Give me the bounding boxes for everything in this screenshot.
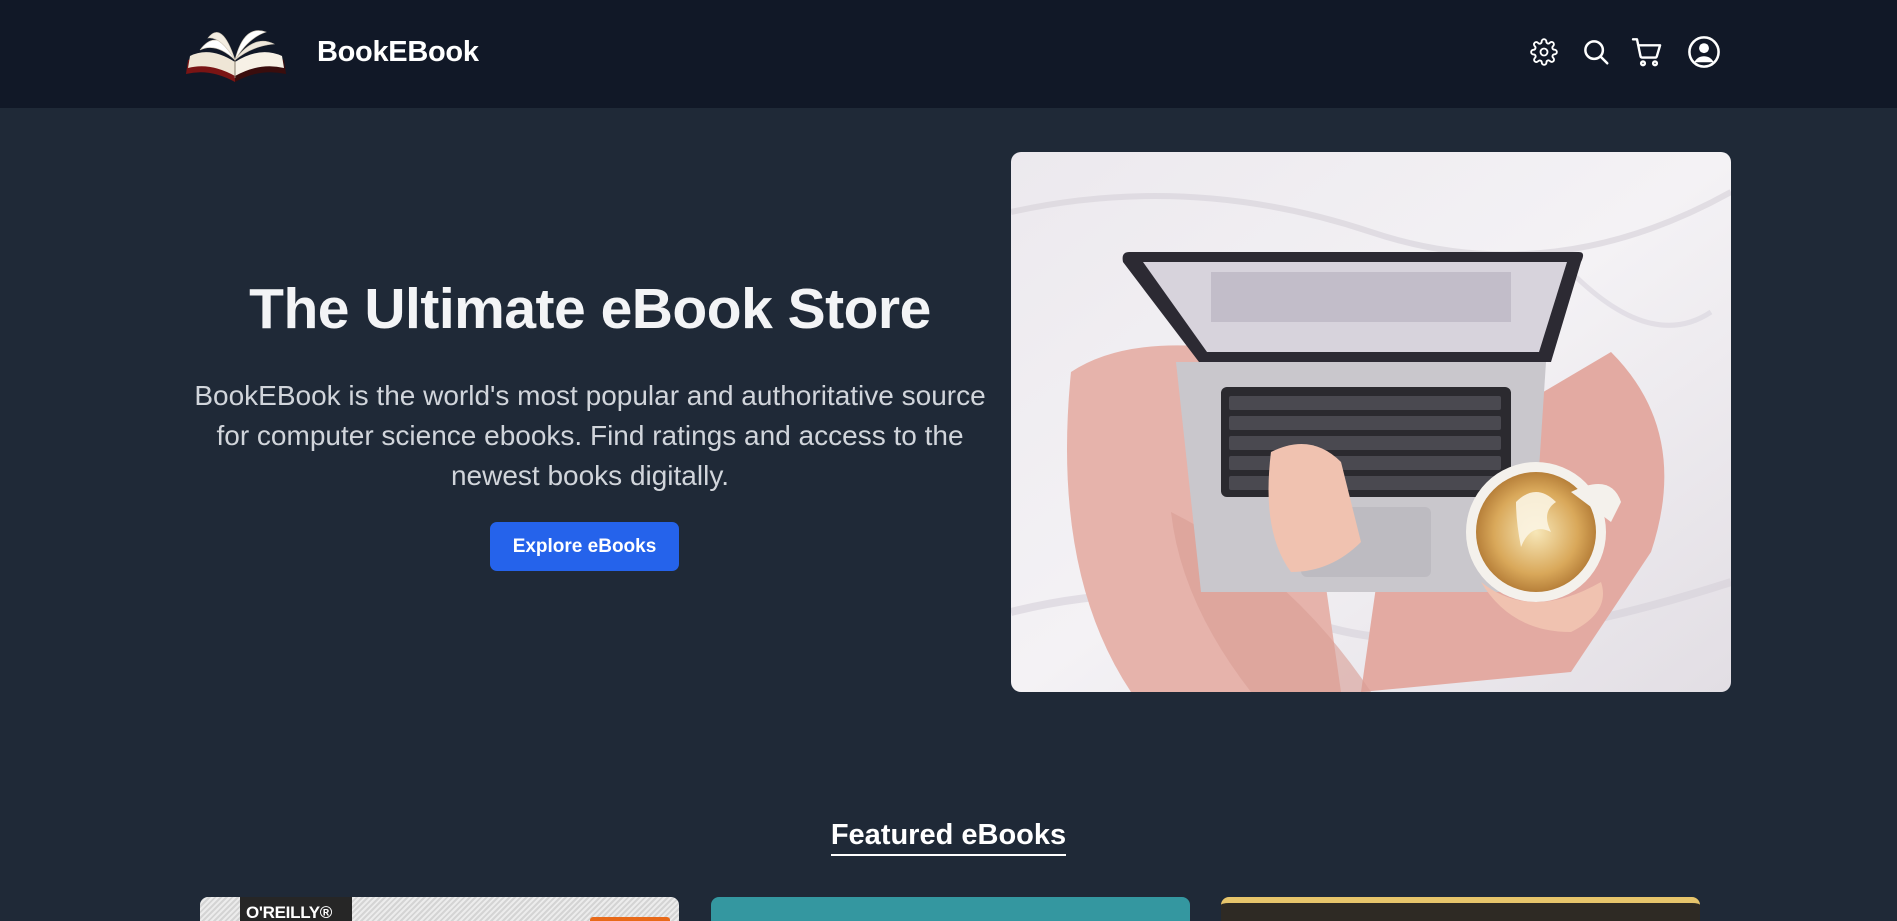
featured-section-heading: Featured eBooks [0, 817, 1897, 856]
featured-book-card[interactable]: O'REILLY® [200, 897, 679, 921]
book-logo[interactable] [180, 20, 290, 86]
featured-book-card[interactable] [1221, 897, 1700, 921]
featured-book-card[interactable] [711, 897, 1190, 921]
hero-description: BookEBook is the world's most popular an… [194, 380, 986, 491]
cover-accent-bar [590, 917, 670, 921]
hero-title: The Ultimate eBook Store [249, 277, 931, 341]
cart-icon[interactable] [1631, 36, 1663, 68]
brand-name[interactable]: BookEBook [317, 36, 479, 69]
hero-image [1011, 152, 1731, 692]
user-account-icon[interactable] [1687, 35, 1721, 69]
search-icon[interactable] [1581, 37, 1611, 67]
explore-ebooks-button[interactable]: Explore eBooks [490, 522, 679, 571]
navbar: BookEBook [0, 0, 1897, 108]
gear-icon[interactable] [1530, 38, 1558, 66]
featured-heading-text: Featured eBooks [830, 817, 1067, 856]
publisher-badge: O'REILLY® [240, 897, 352, 921]
